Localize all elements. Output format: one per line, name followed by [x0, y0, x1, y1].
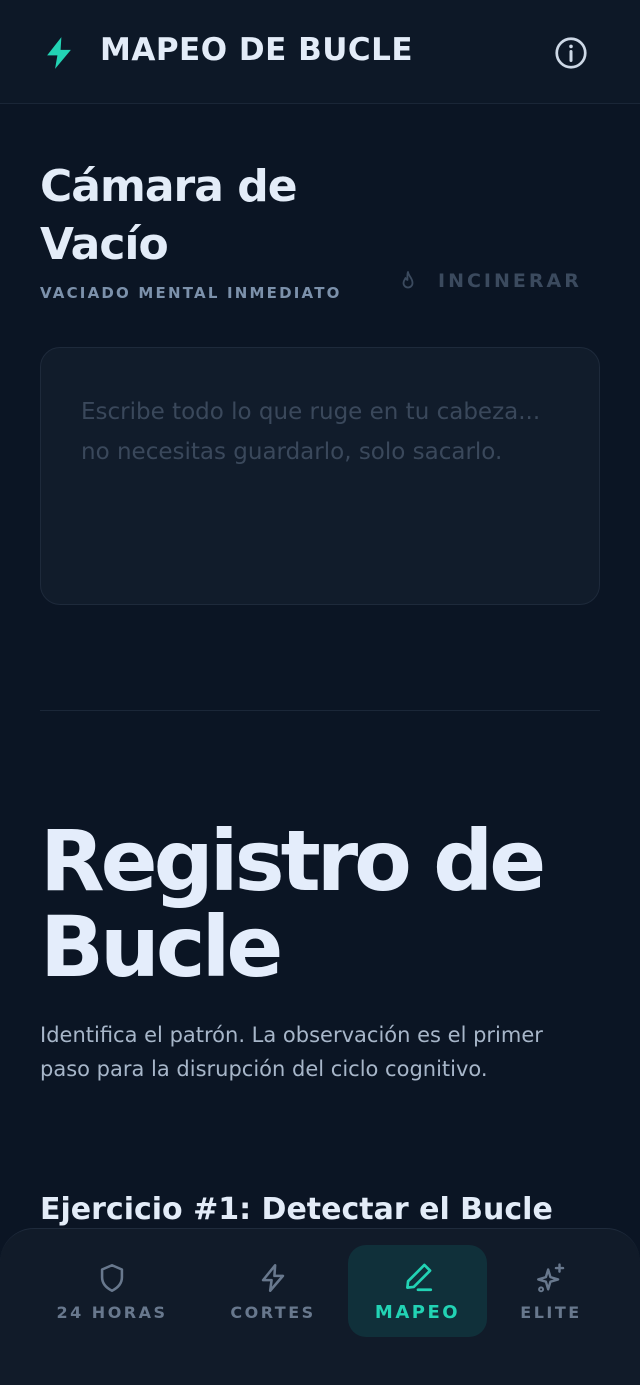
section-divider: [40, 710, 600, 711]
info-icon[interactable]: [553, 35, 589, 71]
lightning-bolt-icon: [47, 37, 71, 69]
vacuum-chamber-title: Cámara de Vacío: [40, 161, 298, 270]
flame-icon: [402, 271, 414, 289]
vacuum-chamber-subtitle: VACIADO MENTAL INMEDIATO: [40, 284, 342, 302]
loop-log-description: Identifica el patrón. La observación es …: [40, 1023, 543, 1081]
mind-dump-input[interactable]: [40, 347, 600, 605]
incinerate-label: INCINERAR: [438, 270, 582, 292]
bottom-navigation: 24 HORAS CORTES MAPEO ELITE: [0, 1228, 640, 1385]
nav-label-elite: ELITE: [520, 1302, 582, 1322]
incinerate-button[interactable]: INCINERAR: [396, 264, 582, 298]
nav-item-cortes[interactable]: CORTES: [206, 1245, 340, 1337]
top-app-bar: MAPEO DE BUCLE: [0, 0, 640, 104]
nav-label-cortes: CORTES: [230, 1302, 316, 1322]
app-title: MAPEO DE BUCLE: [100, 32, 414, 68]
nav-item-24-horas[interactable]: 24 HORAS: [40, 1245, 184, 1337]
shield-icon: [100, 1263, 124, 1292]
exercise-title: Ejercicio #1: Detectar el Bucle: [40, 1192, 553, 1227]
loop-log-title: Registro de Bucle: [40, 812, 546, 996]
nav-item-elite[interactable]: ELITE: [500, 1245, 602, 1337]
nav-label-24-horas: 24 HORAS: [56, 1302, 168, 1322]
pen-icon: [405, 1263, 432, 1291]
nav-label-mapeo: MAPEO: [374, 1301, 461, 1323]
lightning-bolt-icon: [261, 1263, 285, 1292]
sparkles-icon: [537, 1262, 565, 1292]
nav-item-mapeo[interactable]: MAPEO: [348, 1245, 487, 1337]
